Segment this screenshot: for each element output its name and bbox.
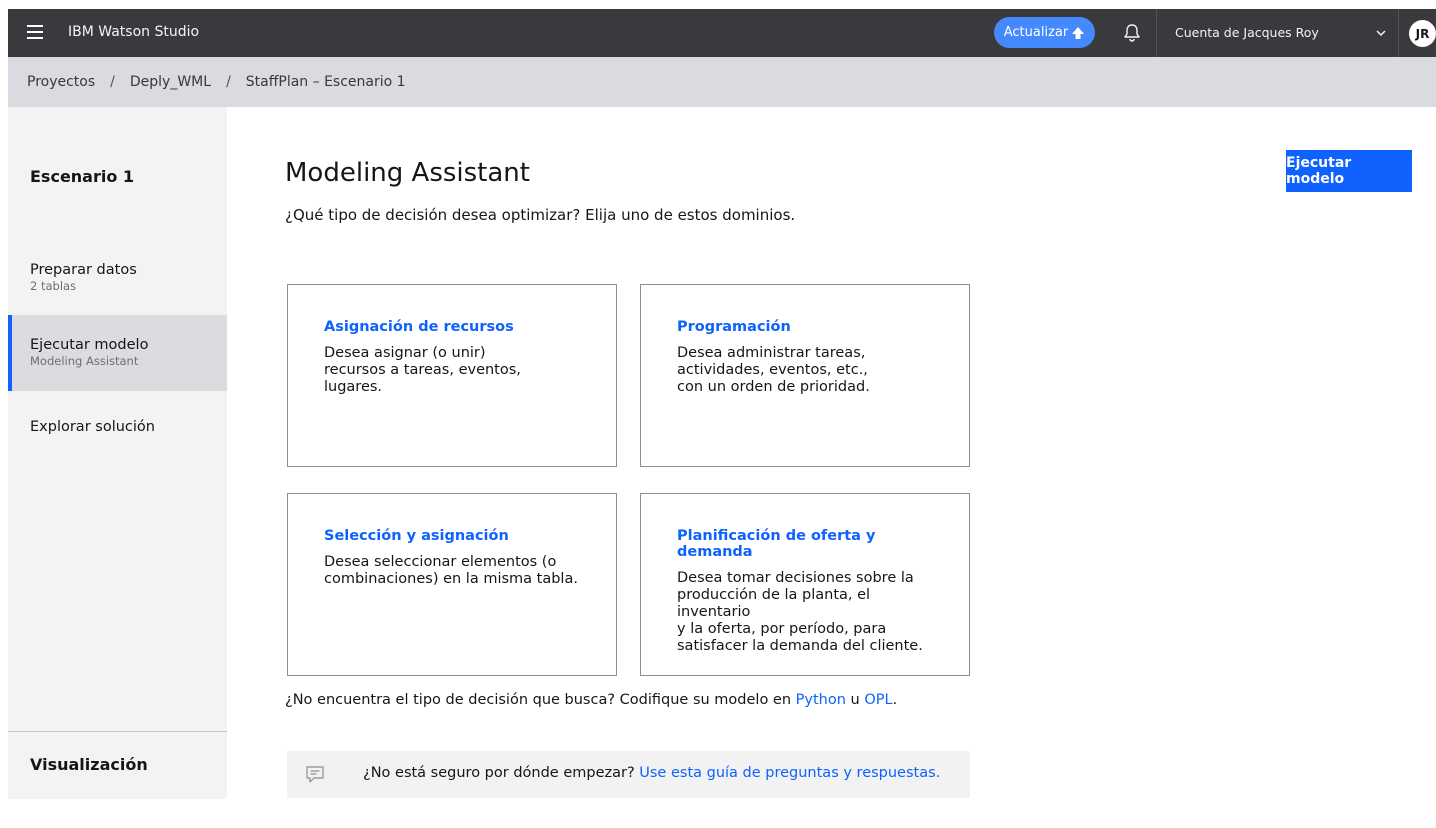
card-title: Selección y asignación (324, 528, 509, 544)
guide-prefix: ¿No está seguro por dónde empezar? (363, 765, 640, 781)
breadcrumb: Proyectos / Deply_WML / StaffPlan – Esce… (8, 57, 1436, 107)
hamburger-menu-icon[interactable] (27, 25, 43, 39)
arrow-up-icon (1072, 26, 1085, 39)
top-nav-bar: IBM Watson Studio Actualizar Cuenta de J… (8, 9, 1436, 57)
chat-icon (306, 766, 324, 783)
breadcrumb-projects[interactable]: Proyectos (27, 74, 95, 90)
scenario-sidebar: Escenario 1 Preparar datos 2 tablas Ejec… (8, 107, 227, 799)
sidebar-item-sublabel: Modeling Assistant (30, 354, 139, 368)
sidebar-divider (8, 731, 227, 732)
guide-text: ¿No está seguro por dónde empezar? Use e… (363, 765, 940, 781)
opl-link[interactable]: OPL (864, 692, 892, 708)
visualization-title[interactable]: Visualización (30, 755, 148, 774)
avatar[interactable]: JR (1409, 20, 1436, 47)
chevron-down-icon[interactable] (1374, 26, 1388, 40)
breadcrumb-project[interactable]: Deply_WML (130, 74, 211, 90)
account-switcher-label[interactable]: Cuenta de Jacques Roy (1175, 25, 1319, 40)
sidebar-item-label: Ejecutar modelo (30, 337, 149, 353)
domain-card-supply-demand[interactable]: Planificación de oferta y demanda Desea … (640, 493, 970, 676)
domain-card-scheduling[interactable]: Programación Desea administrar tareas, a… (640, 284, 970, 467)
card-title: Programación (677, 319, 791, 335)
card-description: Desea seleccionar elementos (o combinaci… (324, 554, 578, 587)
qa-guide-link[interactable]: Use esta guía de preguntas y respuestas. (639, 765, 940, 781)
breadcrumb-current: StaffPlan – Escenario 1 (245, 74, 406, 90)
product-name[interactable]: IBM Watson Studio (68, 24, 199, 40)
scenario-title: Escenario 1 (30, 167, 135, 186)
sidebar-item-label: Preparar datos (30, 262, 137, 278)
code-model-hint: ¿No encuentra el tipo de decisión que bu… (285, 692, 897, 708)
page-subtitle: ¿Qué tipo de decisión desea optimizar? E… (285, 206, 796, 224)
python-link[interactable]: Python (796, 692, 846, 708)
hint-text: ¿No encuentra el tipo de decisión que bu… (285, 692, 796, 708)
header-divider (1156, 9, 1157, 57)
sidebar-item-run-model[interactable]: Ejecutar modelo Modeling Assistant (8, 315, 227, 391)
qa-guide-banner: ¿No está seguro por dónde empezar? Use e… (287, 751, 970, 798)
upgrade-label: Actualizar (1003, 25, 1069, 40)
sidebar-item-label: Explorar solución (30, 419, 155, 435)
run-model-button[interactable]: Ejecutar modelo (1286, 150, 1412, 192)
upgrade-button[interactable]: Actualizar (994, 17, 1095, 48)
hint-text: . (892, 692, 898, 708)
sidebar-item-sublabel: 2 tablas (30, 279, 77, 293)
breadcrumb-separator: / (226, 74, 231, 90)
card-title: Asignación de recursos (324, 319, 514, 335)
card-description: Desea asignar (o unir) recursos a tareas… (324, 345, 521, 395)
hint-text: u (845, 692, 865, 708)
domain-card-resource-assignment[interactable]: Asignación de recursos Desea asignar (o … (287, 284, 617, 467)
page-title: Modeling Assistant (285, 158, 530, 188)
card-title: Planificación de oferta y demanda (677, 528, 876, 560)
header-divider (1398, 9, 1399, 57)
domain-card-selection-allocation[interactable]: Selección y asignación Desea seleccionar… (287, 493, 617, 676)
breadcrumb-separator: / (110, 74, 115, 90)
app-frame: IBM Watson Studio Actualizar Cuenta de J… (8, 9, 1436, 799)
card-description: Desea tomar decisiones sobre la producci… (677, 570, 923, 654)
sidebar-item-explore-solution[interactable]: Explorar solución (8, 419, 227, 495)
bell-icon[interactable] (1121, 22, 1143, 44)
card-description: Desea administrar tareas, actividades, e… (677, 345, 870, 395)
